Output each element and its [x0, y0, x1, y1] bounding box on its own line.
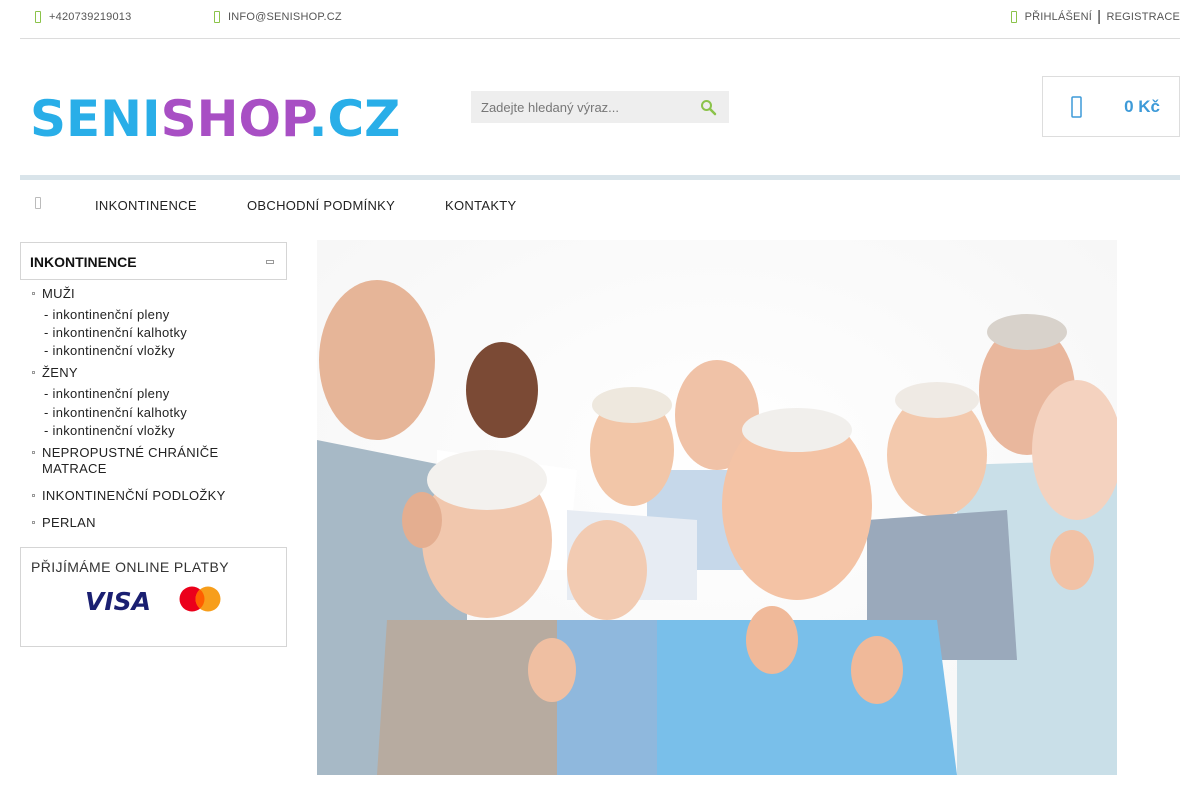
- phone-number: +420739219013: [49, 11, 132, 23]
- search-form: [471, 91, 729, 123]
- site-logo[interactable]: SENISHOP.CZ: [30, 88, 400, 144]
- bullet-icon: [32, 521, 35, 524]
- nav-item-obchodni-podminky[interactable]: OBCHODNÍ PODMÍNKY: [247, 198, 395, 213]
- mastercard-logo: [179, 586, 221, 612]
- category-label-line1: NEPROPUSTNÉ CHRÁNIČE: [42, 445, 219, 460]
- cart-icon: [1071, 96, 1082, 118]
- phone-link[interactable]: +420739219013: [35, 11, 131, 23]
- visa-text: VISA: [85, 588, 151, 612]
- login-icon: [1010, 11, 1017, 23]
- collapse-icon[interactable]: [266, 260, 274, 264]
- cart-total: 0 Kč: [1124, 97, 1160, 116]
- category-item-muzi[interactable]: MUŽI: [42, 286, 75, 302]
- subcategory-item[interactable]: - inkontinenční kalhotky: [44, 325, 187, 340]
- phone-icon: [35, 11, 41, 23]
- payments-box: PŘIJÍMÁME ONLINE PLATBY VISA: [20, 547, 287, 647]
- subcategory-item[interactable]: - inkontinenční vložky: [44, 423, 175, 438]
- bullet-icon: [32, 371, 35, 374]
- subcategory-item[interactable]: - inkontinenční vložky: [44, 343, 175, 358]
- main-nav: INKONTINENCE OBCHODNÍ PODMÍNKY KONTAKTY: [20, 180, 1180, 230]
- home-icon[interactable]: [35, 197, 41, 209]
- search-input[interactable]: [471, 91, 691, 123]
- category-item-zeny[interactable]: ŽENY: [42, 365, 78, 381]
- subcategory-item[interactable]: - inkontinenční pleny: [44, 307, 170, 322]
- search-icon[interactable]: [700, 99, 717, 116]
- email-link[interactable]: INFO@SENISHOP.CZ: [214, 11, 342, 23]
- bullet-icon: [32, 292, 35, 295]
- logo-text: SENISHOP.CZ: [30, 90, 400, 144]
- category-title: INKONTINENCE: [30, 254, 137, 270]
- register-link[interactable]: REGISTRACE: [1106, 11, 1180, 23]
- subcategory-item[interactable]: - inkontinenční pleny: [44, 386, 170, 401]
- visa-logo: VISA: [85, 588, 151, 612]
- top-bar: +420739219013 INFO@SENISHOP.CZ PŘIHLÁŠEN…: [20, 0, 1180, 39]
- nav-item-inkontinence[interactable]: INKONTINENCE: [95, 198, 197, 213]
- email-address: INFO@SENISHOP.CZ: [228, 11, 342, 23]
- category-header[interactable]: INKONTINENCE: [20, 242, 287, 280]
- topbar-separator: |: [1097, 8, 1101, 25]
- category-item-chranice-matrace[interactable]: NEPROPUSTNÉ CHRÁNIČE MATRACE: [42, 445, 218, 477]
- nav-item-kontakty[interactable]: KONTAKTY: [445, 198, 517, 213]
- subcategory-item[interactable]: - inkontinenční kalhotky: [44, 405, 187, 420]
- bullet-icon: [32, 494, 35, 497]
- bullet-icon: [32, 451, 35, 454]
- login-label: PŘIHLÁŠENÍ: [1024, 11, 1092, 23]
- category-item-perlan[interactable]: PERLAN: [42, 515, 96, 531]
- email-icon: [214, 11, 220, 23]
- category-label-line2: MATRACE: [42, 461, 107, 476]
- login-link[interactable]: PŘIHLÁŠENÍ: [1010, 11, 1092, 23]
- payments-title: PŘIJÍMÁME ONLINE PLATBY: [31, 559, 229, 575]
- person-figure: [557, 520, 657, 775]
- hero-banner-image[interactable]: [317, 240, 1117, 775]
- cart-button[interactable]: 0 Kč: [1042, 76, 1180, 137]
- category-item-podlozky[interactable]: INKONTINENČNÍ PODLOŽKY: [42, 488, 226, 504]
